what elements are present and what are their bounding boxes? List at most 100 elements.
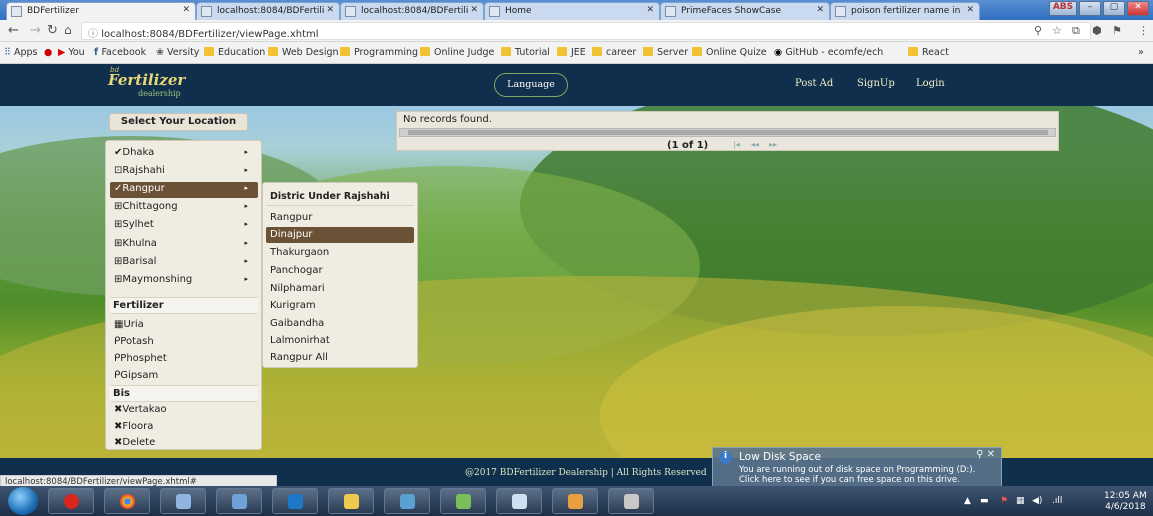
first-page-icon[interactable]: |◂ (733, 140, 740, 149)
arrow-right-icon: ▸ (244, 166, 248, 174)
language-button[interactable]: Language (494, 73, 568, 97)
low-disk-notification[interactable]: i Low Disk Space ⚲ ✕ You are running out… (712, 447, 1002, 491)
back-icon[interactable]: ← (8, 23, 19, 38)
notepad-taskbar-icon[interactable] (384, 488, 430, 514)
extension-icon[interactable]: ⚑ (1112, 24, 1122, 37)
drive-icon[interactable]: ▬ (980, 496, 989, 506)
close-icon[interactable]: ✕ (646, 5, 654, 15)
bookmark-react[interactable]: React (908, 47, 949, 58)
clock[interactable]: 12:05 AM 4/6/2018 (1104, 491, 1147, 513)
menu-icon[interactable]: ⋮ (1138, 24, 1149, 37)
menu-item-khulna[interactable]: ⊞Khulna ▸ (110, 237, 258, 253)
menu-item-rajshahi[interactable]: ⊡Rajshahi ▸ (110, 164, 258, 180)
chart-app-taskbar-icon[interactable] (440, 488, 486, 514)
bookmark-programming[interactable]: Programming (340, 47, 418, 58)
minimize-icon[interactable]: – (1079, 1, 1101, 16)
bookmark-tutorial[interactable]: Tutorial (501, 47, 550, 58)
extension-icon[interactable]: ⬢ (1092, 24, 1102, 37)
close-icon[interactable]: ✕ (966, 5, 974, 15)
menu-item-sylhet[interactable]: ⊞Sylhet ▸ (110, 218, 258, 234)
submenu-item-kurigram[interactable]: Kurigram (266, 298, 414, 314)
bookmark-web-design[interactable]: Web Design (268, 47, 339, 58)
prev-page-icon[interactable]: ◂◂ (751, 140, 759, 149)
menu-item-potash[interactable]: ᑭPotash (110, 335, 258, 351)
submenu-item-thakurgaon[interactable]: Thakurgaon (266, 245, 414, 261)
bookmark-versity[interactable]: ❀ Versity (156, 47, 199, 58)
explorer-taskbar-icon[interactable] (328, 488, 374, 514)
home-icon[interactable]: ⌂ (64, 23, 72, 37)
close-icon[interactable]: ⚲ ✕ (976, 449, 995, 460)
bookmark-online-judge[interactable]: Online Judge (420, 47, 494, 58)
bookmark-server[interactable]: Server (643, 47, 688, 58)
network-icon[interactable]: ▦ (1016, 496, 1025, 506)
menu-item-uria[interactable]: ▦Uria (110, 318, 258, 334)
snipping-taskbar-icon[interactable] (496, 488, 542, 514)
menu-item-vertakao[interactable]: ✖Vertakao (110, 403, 258, 419)
tray-arrow-icon[interactable]: ▲ (964, 496, 971, 506)
menu-item-phosphet[interactable]: ᑭPhosphet (110, 352, 258, 368)
submenu-item-gaibandha[interactable]: Gaibandha (266, 316, 414, 332)
cast-icon[interactable]: ⧉ (1072, 24, 1080, 38)
opera-icon[interactable]: ● (44, 47, 52, 58)
bookmark-facebook[interactable]: f Facebook (94, 47, 146, 58)
pen-taskbar-icon[interactable] (608, 488, 654, 514)
submenu-item-panchogar[interactable]: Panchogar (266, 263, 414, 279)
menu-item-chittagong[interactable]: ⊞Chittagong ▸ (110, 200, 258, 216)
submenu-item-lalmonirhat[interactable]: Lalmonirhat (266, 333, 414, 349)
close-icon[interactable]: ✕ (816, 5, 824, 15)
menu-item-barisal[interactable]: ⊞Barisal ▸ (110, 255, 258, 271)
menu-item-dhaka[interactable]: ✔Dhaka ▸ (110, 146, 258, 162)
post-ad-link[interactable]: Post Ad (795, 78, 833, 89)
opera-taskbar-icon[interactable] (48, 488, 94, 514)
submenu-item-rangpur[interactable]: Rangpur (266, 210, 414, 226)
login-link[interactable]: Login (916, 78, 945, 89)
tab-localhost-2[interactable]: localhost:8084/BDFertili ✕ (340, 2, 484, 20)
volume-icon[interactable]: ◀) (1032, 496, 1042, 506)
vscode-taskbar-icon[interactable] (272, 488, 318, 514)
tab-home[interactable]: Home ✕ (484, 2, 660, 20)
signal-icon[interactable]: .ıll (1052, 496, 1062, 506)
close-icon[interactable]: ✕ (326, 5, 334, 15)
scrollbar-thumb[interactable] (408, 130, 1048, 135)
more-bookmarks-icon[interactable]: » (1138, 47, 1144, 58)
forward-icon[interactable]: → (30, 23, 41, 38)
bookmark-apps[interactable]: ⠿ Apps (4, 47, 38, 58)
tab-bdfertilizer[interactable]: BDFertilizer ✕ (6, 2, 196, 20)
url-input[interactable]: ⓘ localhost:8084/BDFertilizer/viewPage.x… (81, 22, 1091, 40)
computer-taskbar-icon[interactable] (160, 488, 206, 514)
bookmark-github[interactable]: ◉ GitHub - ecomfe/ech (774, 47, 883, 58)
virtualbox-taskbar-icon[interactable] (216, 488, 262, 514)
reload-icon[interactable]: ↻ (47, 23, 58, 38)
tab-primefaces[interactable]: PrimeFaces ShowCase ✕ (660, 2, 830, 20)
chrome-taskbar-icon[interactable] (104, 488, 150, 514)
bookmark-career[interactable]: career (592, 47, 636, 58)
next-page-icon[interactable]: ▸▸ (769, 140, 777, 149)
bookmark-you[interactable]: ▶ You (58, 47, 85, 58)
site-logo[interactable]: bd Fertilizer dealership (108, 66, 188, 102)
paint-taskbar-icon[interactable] (552, 488, 598, 514)
close-icon[interactable]: ✕ (470, 5, 478, 15)
flag-icon[interactable]: ⚑ (1000, 496, 1008, 506)
profile-badge[interactable]: ABS (1049, 1, 1077, 16)
submenu-item-rangpur-all[interactable]: Rangpur All (266, 350, 414, 366)
bookmark-jee[interactable]: JEE (557, 47, 586, 58)
submenu-item-nilphamari[interactable]: Nilphamari (266, 281, 414, 297)
star-icon[interactable]: ☆ (1052, 24, 1062, 37)
menu-item-delete[interactable]: ✖Delete (110, 436, 258, 450)
horizontal-scrollbar[interactable] (399, 128, 1056, 137)
tab-google-search[interactable]: poison fertilizer name in ✕ (830, 2, 980, 20)
zoom-icon[interactable]: ⚲ (1034, 24, 1042, 37)
tab-localhost-1[interactable]: localhost:8084/BDFertili ✕ (196, 2, 340, 20)
close-icon[interactable]: ✕ (182, 5, 190, 15)
bookmark-online-quize[interactable]: Online Quize (692, 47, 767, 58)
start-button[interactable] (8, 487, 38, 515)
bookmark-education[interactable]: Education (204, 47, 265, 58)
close-window-icon[interactable]: ✕ (1127, 1, 1149, 16)
signup-link[interactable]: SignUp (857, 78, 895, 89)
menu-item-gipsam[interactable]: ᑭGipsam (110, 369, 258, 385)
menu-item-rangpur[interactable]: ✓Rangpur ▸ (110, 182, 258, 198)
submenu-item-dinajpur[interactable]: Dinajpur (266, 227, 414, 243)
maximize-icon[interactable]: ▢ (1103, 1, 1125, 16)
menu-item-maymonshing[interactable]: ⊞Maymonshing ▸ (110, 273, 258, 289)
menu-item-floora[interactable]: ✖Floora (110, 420, 258, 436)
